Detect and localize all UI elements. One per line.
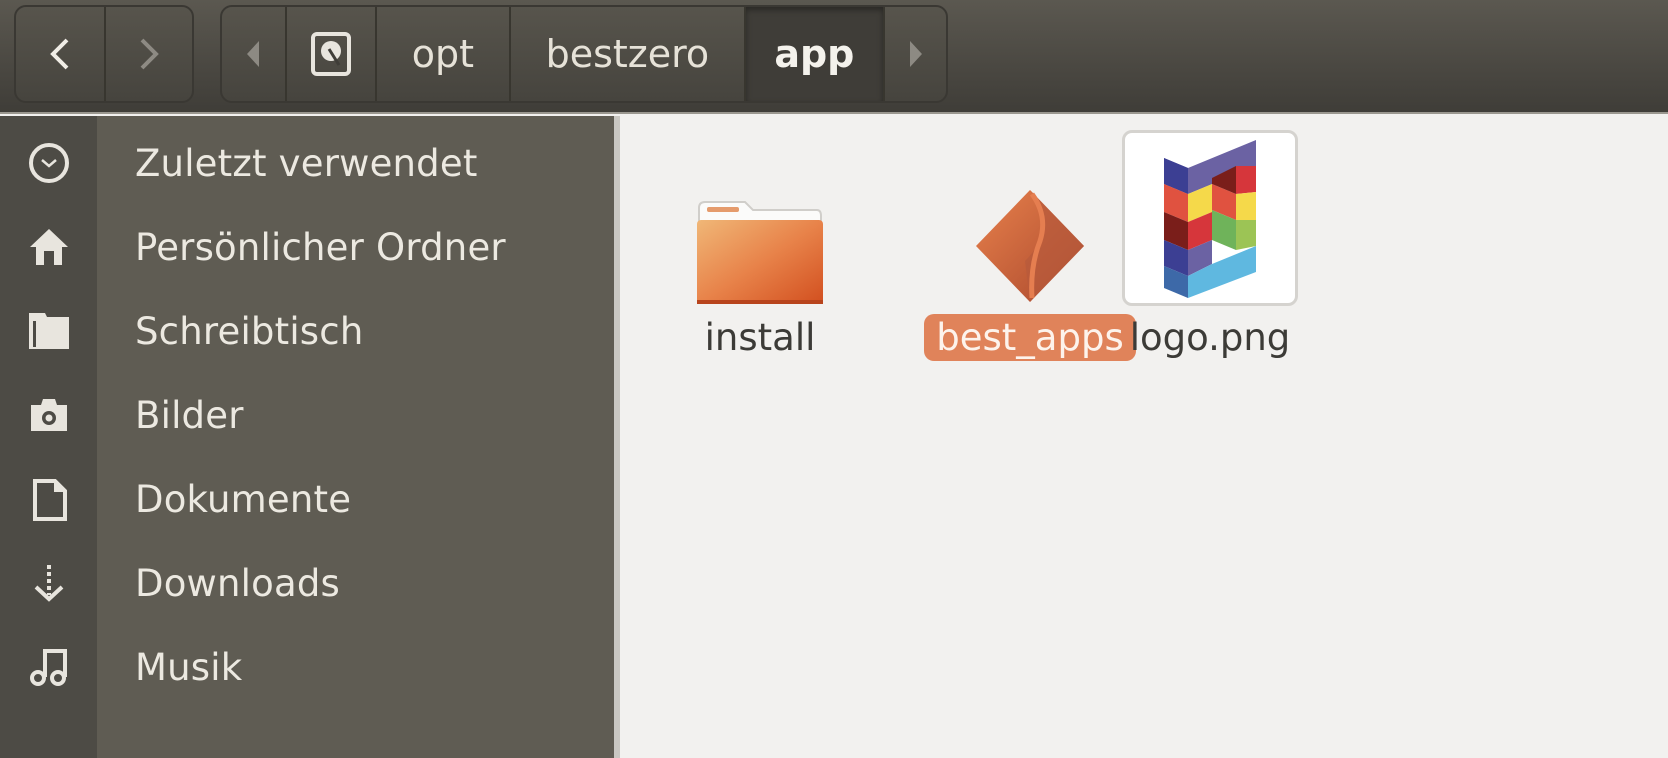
sidebar-item-recent[interactable]: Zuletzt verwendet (0, 118, 614, 208)
sidebar-item-music[interactable]: Musik (0, 622, 614, 712)
sidebar-item-label: Musik (135, 645, 243, 689)
file-name: best_apps (924, 314, 1136, 361)
header-bar: opt bestzero app (0, 0, 1668, 114)
home-icon (29, 229, 68, 265)
sidebar-item-label: Bilder (135, 393, 244, 437)
path-segment-bestzero[interactable]: bestzero (509, 7, 743, 101)
path-scroll-right-button[interactable] (883, 7, 946, 101)
path-bar: opt bestzero app (220, 5, 948, 103)
folder-icon (28, 313, 69, 349)
file-item-best-apps[interactable]: best_apps (910, 176, 1150, 361)
chevron-right-icon (140, 38, 159, 70)
sidebar-item-label: Dokumente (135, 477, 352, 521)
back-button[interactable] (16, 7, 104, 101)
sidebar-item-desktop[interactable]: Schreibtisch (0, 286, 614, 376)
file-name: logo.png (1129, 316, 1291, 359)
sidebar-item-documents[interactable]: Dokumente (0, 454, 614, 544)
file-manager-window: opt bestzero app Zuletzt verwendet Persö… (0, 0, 1668, 758)
camera-icon (30, 399, 67, 431)
document-icon (32, 479, 67, 521)
forward-button[interactable] (104, 7, 192, 101)
chevron-left-icon (50, 38, 69, 70)
clock-icon (28, 143, 69, 183)
image-thumbnail (1122, 130, 1298, 306)
path-scroll-left-button[interactable] (222, 7, 285, 101)
file-item-install[interactable]: install (680, 176, 840, 361)
sidebar-item-label: Zuletzt verwendet (135, 141, 478, 185)
executable-icon (976, 190, 1084, 302)
logo-image (1164, 140, 1256, 298)
sidebar-item-home[interactable]: Persönlicher Ordner (0, 202, 614, 292)
sidebar-item-label: Schreibtisch (135, 309, 364, 353)
file-view: install best_apps logo.png (620, 116, 1668, 758)
folder-icon (697, 201, 823, 304)
sidebar-item-downloads[interactable]: Downloads (0, 538, 614, 628)
download-icon (34, 565, 63, 602)
file-item-logo-png[interactable]: logo.png (1120, 126, 1300, 361)
triangle-left-icon (247, 41, 260, 67)
sidebar-item-label: Persönlicher Ordner (135, 225, 506, 269)
path-segment-opt[interactable]: opt (374, 7, 510, 101)
path-root-button[interactable] (284, 7, 375, 101)
harddisk-icon (310, 32, 351, 76)
music-icon (29, 649, 67, 686)
navigation-buttons (14, 5, 194, 103)
path-segment-app[interactable]: app (743, 7, 884, 101)
sidebar: Zuletzt verwendet Persönlicher Ordner Sc… (0, 116, 620, 758)
sidebar-item-pictures[interactable]: Bilder (0, 370, 614, 460)
file-name: install (704, 316, 816, 359)
sidebar-item-label: Downloads (135, 561, 340, 605)
triangle-right-icon (909, 41, 922, 67)
